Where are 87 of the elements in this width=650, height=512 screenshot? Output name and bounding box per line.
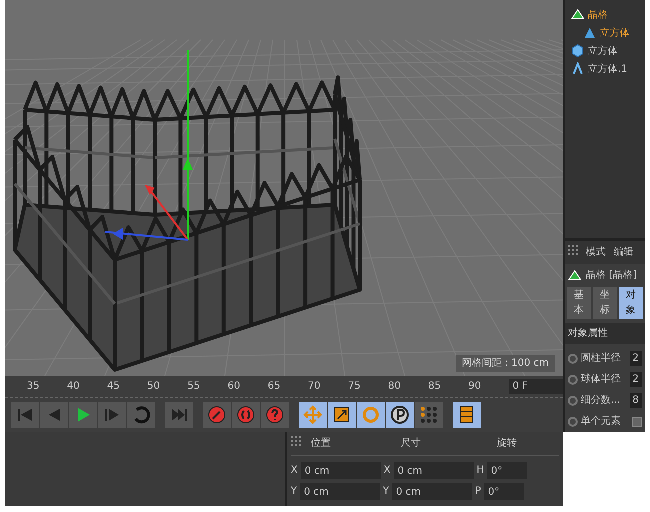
skip-end-icon xyxy=(172,409,187,421)
axis-label: P xyxy=(475,485,482,499)
bend-icon xyxy=(571,62,585,76)
param-label: 细分数... xyxy=(581,394,621,408)
record-button[interactable] xyxy=(232,402,260,428)
keyframe-button[interactable] xyxy=(203,402,231,428)
frame-tick-label: 70 xyxy=(308,380,322,394)
play-reverse-button[interactable] xyxy=(40,402,68,428)
tab[interactable]: 基本 xyxy=(567,287,591,319)
param-label: 球体半径 xyxy=(581,372,621,387)
menu-item[interactable]: 模式 xyxy=(586,245,606,260)
next-frame-icon xyxy=(105,409,119,421)
next-frame-button[interactable] xyxy=(98,402,126,428)
frame-tick-label: 40 xyxy=(67,380,81,394)
help-button[interactable] xyxy=(261,402,289,428)
column-header: 尺寸 xyxy=(400,436,422,451)
parameter-button[interactable] xyxy=(386,402,414,428)
rotation-field[interactable]: 0° xyxy=(487,462,528,479)
frame-tick-label: 45 xyxy=(107,380,122,394)
scale-tool-button[interactable] xyxy=(328,402,356,428)
frame-tick-label: 90 xyxy=(468,380,482,394)
go-start-button[interactable] xyxy=(11,402,39,428)
dot-grid-icon xyxy=(421,407,437,423)
tree-item[interactable]: 立方体 xyxy=(567,24,643,42)
position-field[interactable]: 0 cm xyxy=(300,462,381,479)
scale-icon xyxy=(334,408,350,422)
param-label: 单个元素 xyxy=(581,414,621,429)
loop-button[interactable] xyxy=(127,402,155,428)
frame-tick-label: 80 xyxy=(388,380,402,394)
axis-label: X xyxy=(291,464,298,478)
object-name: 晶格 [晶格] xyxy=(586,268,637,283)
points-grid-button[interactable] xyxy=(415,402,443,428)
play-button[interactable] xyxy=(69,402,97,428)
menu-item[interactable]: 编辑 xyxy=(614,245,634,260)
frame-tick-label: 65 xyxy=(268,380,282,394)
lattice-icon xyxy=(568,268,582,282)
section-title: 对象属性 xyxy=(565,323,645,344)
animation-dot[interactable] xyxy=(568,374,578,384)
rotate-icon xyxy=(363,407,379,423)
param-label: 圆柱半径 xyxy=(581,352,621,366)
size-field[interactable]: 0 cm xyxy=(394,462,474,479)
checkbox[interactable] xyxy=(632,416,642,426)
animation-dot[interactable] xyxy=(568,396,578,406)
p-icon xyxy=(391,406,409,424)
grid-spacing-label: 网格间距 : 100 cm xyxy=(456,355,555,372)
loop-icon xyxy=(134,406,150,424)
animation-dot[interactable] xyxy=(568,354,578,364)
frame-tick-label: 35 xyxy=(27,380,41,394)
column-header: 旋转 xyxy=(496,436,518,451)
grip-icon xyxy=(568,245,578,255)
tree-item[interactable]: 立方体 xyxy=(567,42,643,60)
cone-icon xyxy=(583,26,597,40)
record-icon xyxy=(238,406,254,424)
frame-field[interactable]: 0 F xyxy=(508,379,563,394)
tab[interactable]: 对象 xyxy=(619,287,643,319)
column-header: 位置 xyxy=(310,436,332,451)
frame-tick-label: 55 xyxy=(188,380,202,394)
lattice-icon xyxy=(571,8,585,22)
play-reverse-icon xyxy=(49,409,60,421)
rotation-field[interactable]: 0° xyxy=(484,483,524,500)
animation-dot[interactable] xyxy=(568,416,578,426)
tab[interactable]: 坐标 xyxy=(593,287,617,319)
key-icon xyxy=(208,406,226,424)
size-field[interactable]: 0 cm xyxy=(392,483,472,500)
skip-start-icon xyxy=(18,409,32,421)
axis-label: Y xyxy=(383,485,390,499)
frame-tick-label: 75 xyxy=(348,380,362,394)
timeline-button[interactable] xyxy=(453,402,481,428)
number-field[interactable]: 8 xyxy=(630,393,642,408)
help-icon xyxy=(266,406,284,424)
axis-label: Y xyxy=(291,485,298,499)
axis-label: X xyxy=(384,464,391,478)
frame-tick-label: 50 xyxy=(147,380,162,394)
film-strip-icon xyxy=(460,406,474,424)
go-end-button[interactable] xyxy=(165,402,193,428)
grip-icon xyxy=(291,436,301,446)
number-field[interactable]: 2 xyxy=(630,372,642,387)
cube-icon xyxy=(571,44,585,58)
tree-item[interactable]: 晶格 xyxy=(567,6,643,24)
move-icon xyxy=(304,406,322,424)
number-field[interactable]: 2 xyxy=(630,351,642,366)
frame-tick-label: 60 xyxy=(228,380,242,394)
tree-item[interactable]: 立方体.1 xyxy=(567,60,643,78)
frame-tick-label: 85 xyxy=(428,380,442,394)
play-icon xyxy=(78,408,90,422)
position-field[interactable]: 0 cm xyxy=(300,483,380,500)
axis-label: H xyxy=(476,464,484,478)
